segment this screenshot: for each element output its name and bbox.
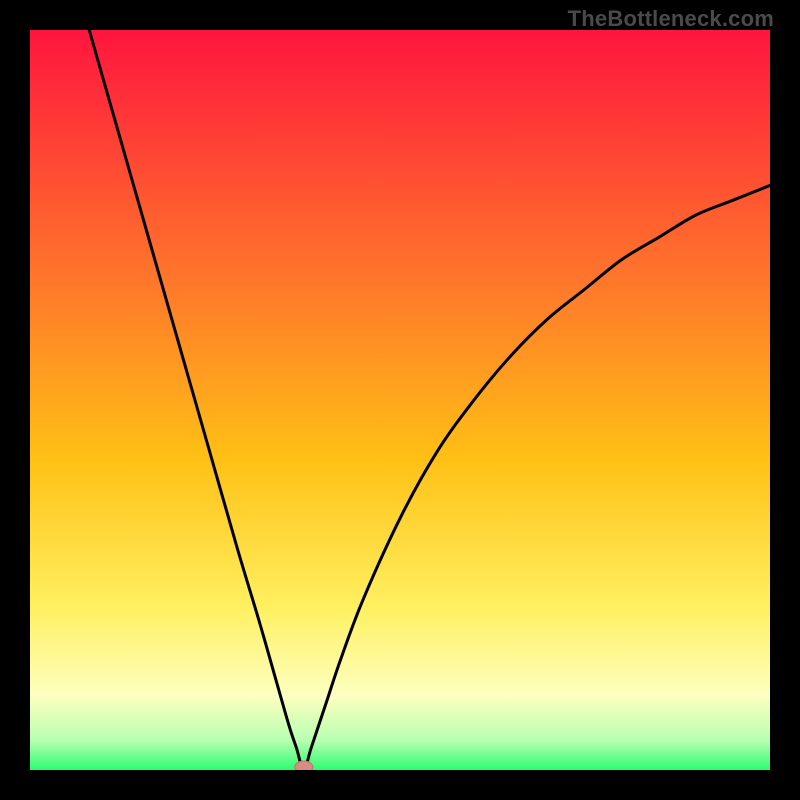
chart-plot <box>30 30 770 770</box>
optimum-marker <box>295 761 313 770</box>
watermark-text: TheBottleneck.com <box>568 6 774 32</box>
gradient-background <box>30 30 770 770</box>
chart-frame <box>30 30 770 770</box>
